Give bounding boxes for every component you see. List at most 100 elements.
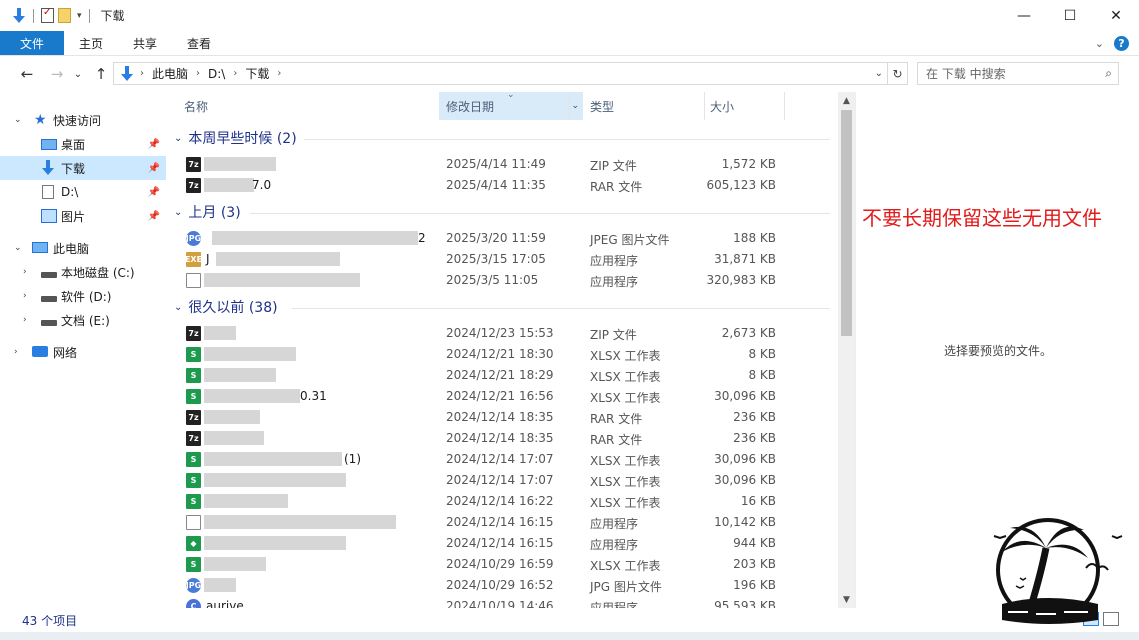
- scrollbar-thumb[interactable]: [841, 110, 852, 336]
- table-row[interactable]: S 0.31 2024/12/21 16:56 XLSX 工作表 30,096 …: [166, 386, 838, 407]
- up-arrow-icon[interactable]: ↑: [88, 65, 114, 83]
- nav-this-pc[interactable]: ⌄ 此电脑: [0, 236, 166, 260]
- table-row[interactable]: S 2024/12/14 17:07 XLSX 工作表 30,096 KB: [166, 470, 838, 491]
- expand-chevron-icon[interactable]: ›: [14, 347, 18, 357]
- address-dropdown-chevron-icon[interactable]: ⌄: [875, 68, 883, 79]
- table-row[interactable]: 7z 2025/4/14 11:49 ZIP 文件 1,572 KB: [166, 154, 838, 175]
- breadcrumb-chevron-icon[interactable]: ›: [196, 68, 200, 79]
- table-row[interactable]: 7z 7.0 2025/4/14 11:35 RAR 文件 605,123 KB: [166, 175, 838, 196]
- collapse-chevron-icon[interactable]: ⌄: [174, 207, 182, 218]
- file-date: 2024/12/14 16:15: [446, 515, 554, 529]
- minimize-button[interactable]: —: [1001, 0, 1047, 31]
- breadcrumb-d-drive[interactable]: D:\: [208, 67, 225, 81]
- help-icon[interactable]: ?: [1114, 35, 1129, 51]
- nav-downloads[interactable]: 下载 📌: [0, 156, 166, 180]
- customize-toolbar-chevron-icon[interactable]: ▾: [77, 11, 82, 21]
- pin-icon[interactable]: 📌: [148, 139, 160, 150]
- breadcrumb-chevron-icon[interactable]: ›: [233, 68, 237, 79]
- collapse-chevron-icon[interactable]: ⌄: [14, 115, 22, 125]
- tab-file[interactable]: 文件: [0, 31, 64, 55]
- expand-ribbon-chevron-icon[interactable]: ⌄: [1095, 37, 1104, 50]
- breadcrumb-chevron-icon[interactable]: ›: [140, 68, 144, 79]
- scroll-down-arrow-icon[interactable]: ▼: [838, 591, 855, 608]
- forward-arrow-icon[interactable]: →: [44, 65, 70, 83]
- nav-network[interactable]: › 网络: [0, 340, 166, 364]
- tab-share[interactable]: 共享: [118, 31, 172, 55]
- file-type: XLSX 工作表: [590, 475, 661, 489]
- new-folder-icon[interactable]: [58, 8, 71, 23]
- file-date: 2024/12/23 15:53: [446, 326, 554, 340]
- breadcrumb-this-pc[interactable]: 此电脑: [152, 65, 188, 82]
- table-row[interactable]: S 2024/12/21 18:30 XLSX 工作表 8 KB: [166, 344, 838, 365]
- column-filter-chevron-icon[interactable]: ⌄: [571, 101, 579, 111]
- file-type: XLSX 工作表: [590, 559, 661, 573]
- column-header-date-label: 修改日期: [446, 99, 495, 114]
- collapse-chevron-icon[interactable]: ⌄: [14, 243, 22, 253]
- status-bar: 43 个项目: [0, 608, 1139, 632]
- toolbar-separator: [88, 8, 90, 23]
- nav-quick-access[interactable]: ⌄ ★ 快速访问: [0, 108, 166, 132]
- redacted-name: [204, 473, 346, 487]
- refresh-icon[interactable]: ↻: [888, 62, 908, 85]
- table-row[interactable]: EXE J 2025/3/15 17:05 应用程序 31,871 KB: [166, 249, 838, 270]
- download-icon[interactable]: [12, 7, 26, 24]
- table-row[interactable]: JPG 2024/10/29 16:52 JPG 图片文件 196 KB: [166, 575, 838, 596]
- close-button[interactable]: ✕: [1093, 0, 1139, 31]
- toolbar-separator: [33, 8, 34, 23]
- file-date: 2024/10/29 16:52: [446, 578, 554, 592]
- vertical-scrollbar[interactable]: ▲ ▼: [838, 92, 855, 608]
- pin-icon[interactable]: 📌: [148, 211, 160, 222]
- table-row[interactable]: JPG 2 2025/3/20 11:59 JPEG 图片文件 188 KB: [166, 228, 838, 249]
- breadcrumb-chevron-icon[interactable]: ›: [277, 68, 281, 79]
- collapse-chevron-icon[interactable]: ⌄: [174, 302, 182, 313]
- table-row[interactable]: 2024/12/14 16:15 应用程序 10,142 KB: [166, 512, 838, 533]
- file-size: 320,983 KB: [706, 273, 776, 287]
- search-icon[interactable]: ⌕: [1105, 66, 1112, 81]
- group-header-last-month[interactable]: ⌄ 上月 (3): [174, 201, 241, 223]
- nav-drive-c[interactable]: › 本地磁盘 (C:): [0, 260, 166, 284]
- nav-desktop[interactable]: 桌面 📌: [0, 132, 166, 156]
- column-header-date[interactable]: 修改日期 ⌄ ⌄: [439, 92, 583, 120]
- scroll-up-arrow-icon[interactable]: ▲: [838, 92, 855, 109]
- column-header-type[interactable]: 类型: [584, 92, 704, 120]
- table-row[interactable]: 7z 2024/12/23 15:53 ZIP 文件 2,673 KB: [166, 323, 838, 344]
- maximize-button[interactable]: ☐: [1047, 0, 1093, 31]
- back-arrow-icon[interactable]: ←: [14, 65, 40, 83]
- collapse-chevron-icon[interactable]: ⌄: [174, 133, 182, 144]
- expand-chevron-icon[interactable]: ›: [23, 291, 27, 301]
- pin-icon[interactable]: 📌: [148, 187, 160, 198]
- nav-drive-e[interactable]: › 文档 (E:): [0, 308, 166, 332]
- nav-label: 文档 (E:): [61, 313, 110, 328]
- table-row[interactable]: 7z 2024/12/14 18:35 RAR 文件 236 KB: [166, 407, 838, 428]
- properties-icon[interactable]: [41, 7, 54, 23]
- breadcrumb-downloads[interactable]: 下载: [245, 65, 269, 82]
- file-date: 2024/10/19 14:46: [446, 599, 554, 608]
- group-header-long-ago[interactable]: ⌄ 很久以前 (38): [174, 296, 278, 318]
- table-row[interactable]: S 2024/12/14 16:22 XLSX 工作表 16 KB: [166, 491, 838, 512]
- nav-d-drive-shortcut[interactable]: D:\ 📌: [0, 180, 166, 204]
- nav-label: 快速访问: [53, 113, 102, 128]
- column-header-size[interactable]: 大小: [704, 92, 784, 120]
- recent-locations-chevron-icon[interactable]: ⌄: [70, 69, 86, 80]
- table-row[interactable]: ◆ 2024/12/14 16:15 应用程序 944 KB: [166, 533, 838, 554]
- search-input[interactable]: 在 下载 中搜索 ⌕: [917, 62, 1119, 85]
- address-bar[interactable]: › 此电脑 › D:\ › 下载 › ⌄: [113, 62, 888, 85]
- pin-icon[interactable]: 📌: [148, 163, 160, 174]
- nav-drive-d[interactable]: › 软件 (D:): [0, 284, 166, 308]
- table-row[interactable]: 2025/3/5 11:05 应用程序 320,983 KB: [166, 270, 838, 291]
- table-row[interactable]: S 2024/10/29 16:59 XLSX 工作表 203 KB: [166, 554, 838, 575]
- tab-home[interactable]: 主页: [64, 31, 118, 55]
- expand-chevron-icon[interactable]: ›: [23, 267, 27, 277]
- annotation-text: 不要长期保留这些无用文件: [862, 206, 1102, 230]
- expand-chevron-icon[interactable]: ›: [23, 315, 27, 325]
- nav-pictures[interactable]: 图片 📌: [0, 204, 166, 228]
- column-header-name[interactable]: 名称: [166, 92, 439, 120]
- group-divider: [304, 139, 830, 140]
- table-row[interactable]: C aurive 2024/10/19 14:46 应用程序 95,593 KB: [166, 596, 838, 608]
- tab-view[interactable]: 查看: [172, 31, 226, 55]
- table-row[interactable]: S (1) 2024/12/14 17:07 XLSX 工作表 30,096 K…: [166, 449, 838, 470]
- file-size: 944 KB: [733, 536, 776, 550]
- table-row[interactable]: 7z 2024/12/14 18:35 RAR 文件 236 KB: [166, 428, 838, 449]
- table-row[interactable]: S 2024/12/21 18:29 XLSX 工作表 8 KB: [166, 365, 838, 386]
- group-header-this-week[interactable]: ⌄ 本周早些时候 (2): [174, 127, 297, 149]
